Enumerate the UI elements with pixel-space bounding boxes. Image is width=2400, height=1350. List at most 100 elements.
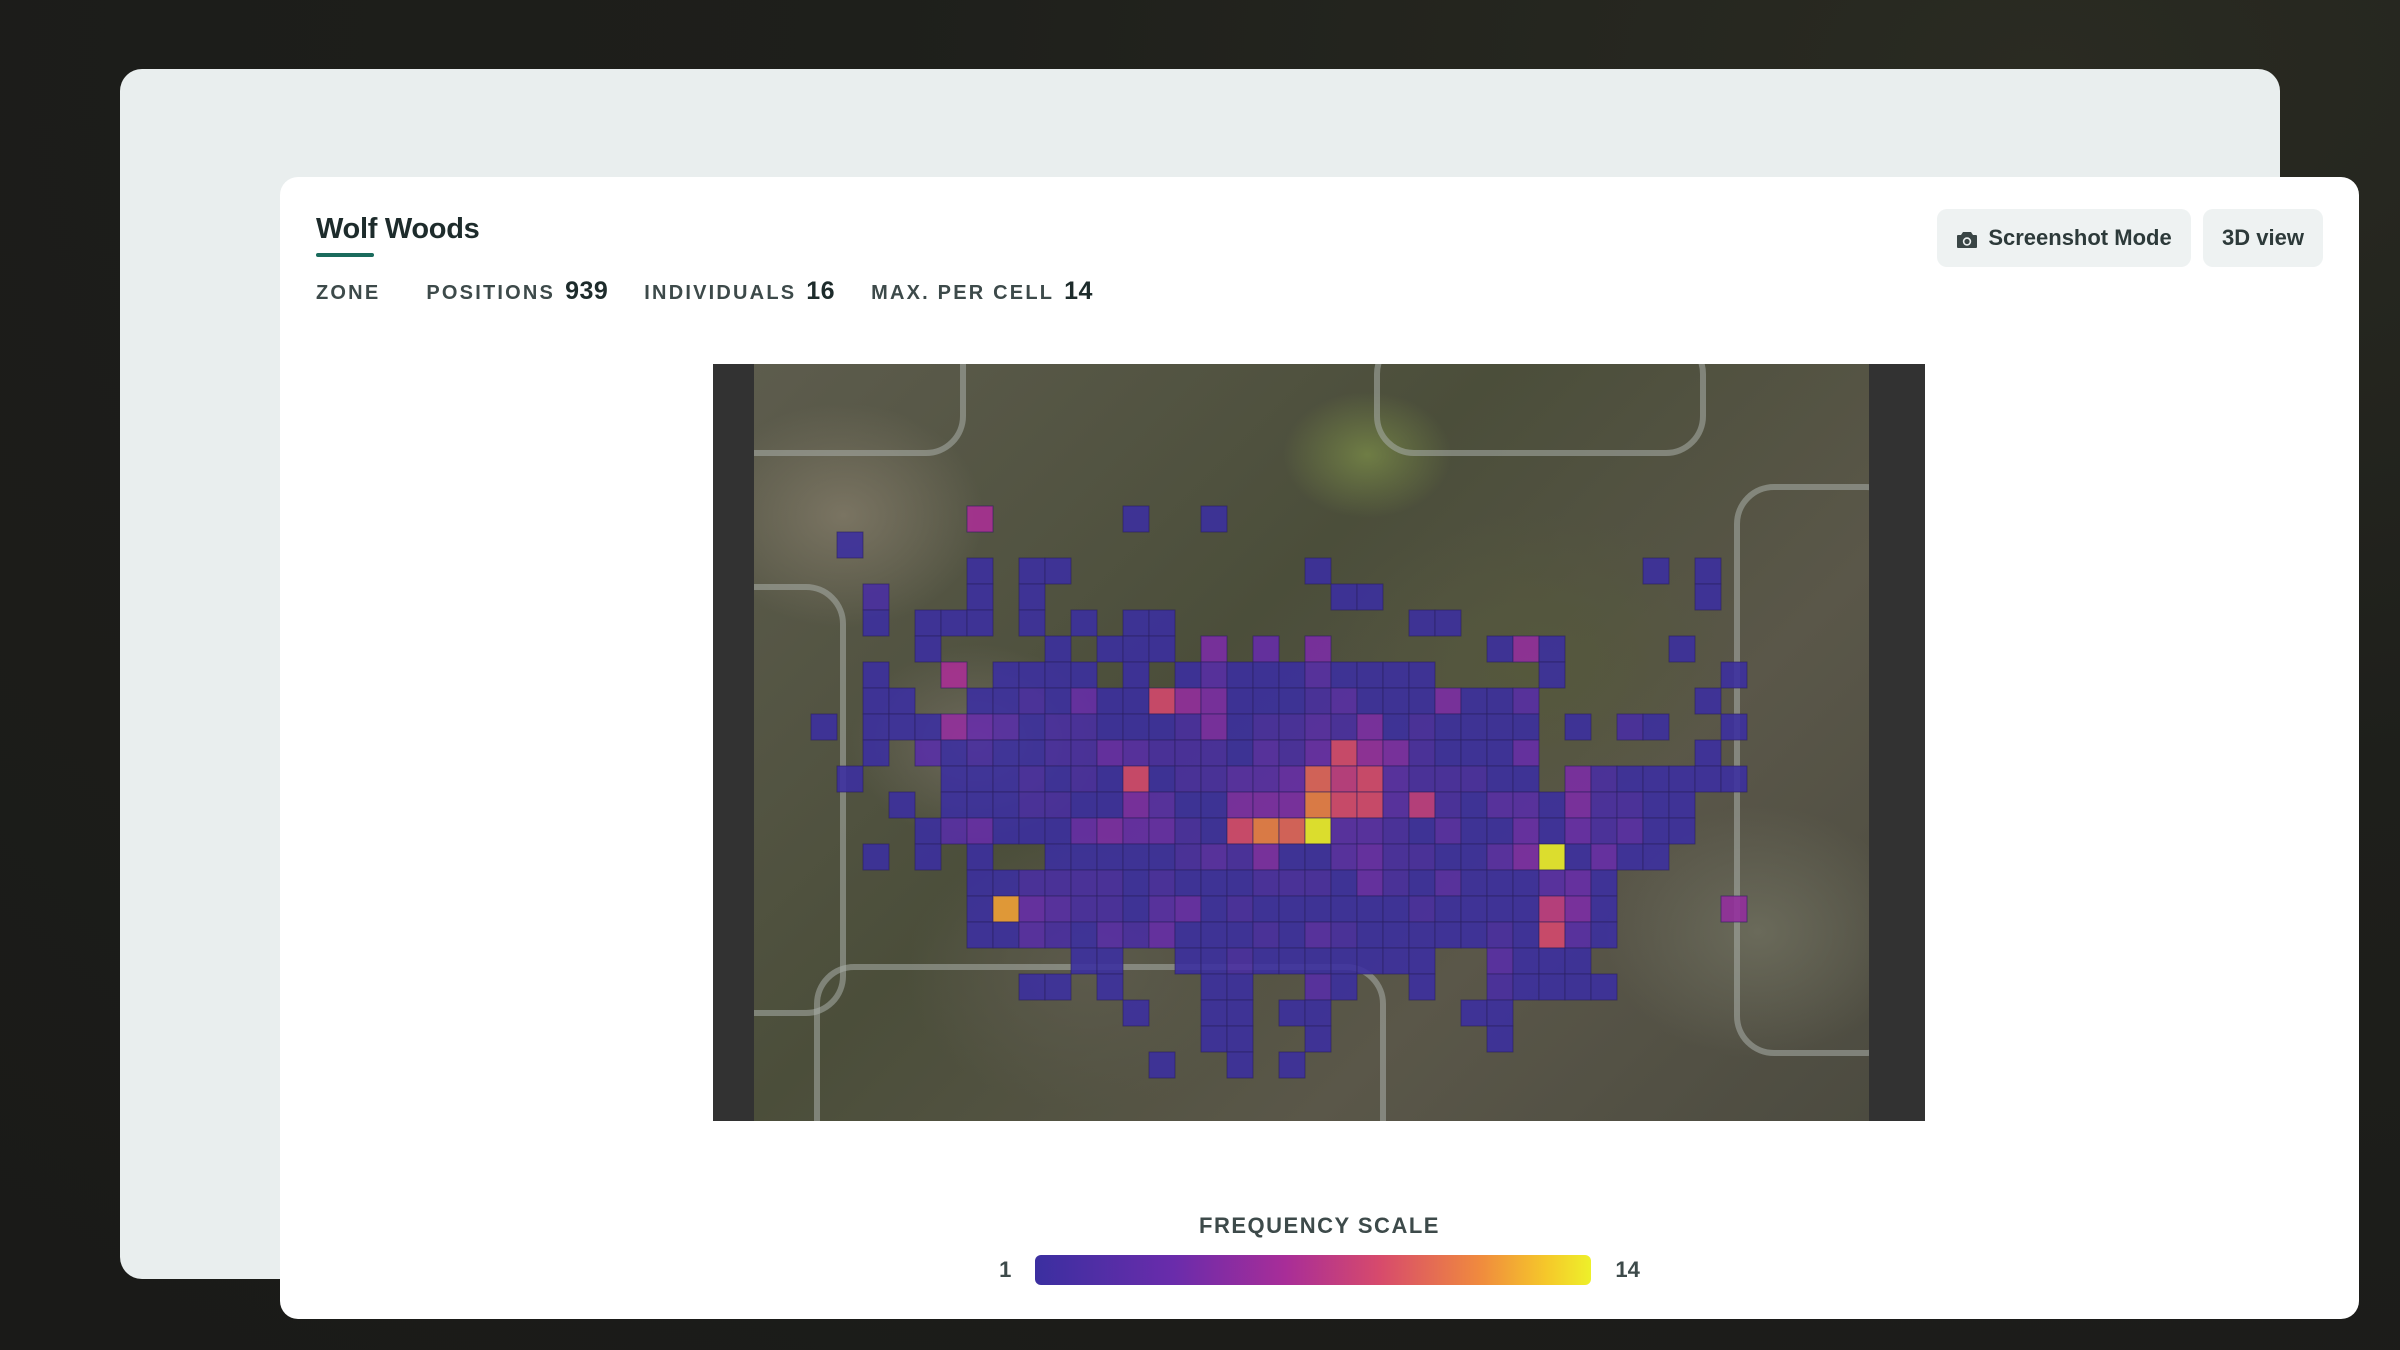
heatmap-cell	[1096, 895, 1124, 923]
app-window: Wolf Woods ZONE POSITIONS 939 INDIVIDUAL…	[120, 69, 2359, 1319]
heatmap-cell	[1382, 661, 1410, 689]
heatmap-cell	[1408, 765, 1436, 793]
heatmap-cell	[1252, 817, 1280, 845]
heatmap-cell	[1356, 947, 1384, 975]
heatmap-cell	[1460, 713, 1488, 741]
legend-gradient-bar	[1035, 1255, 1592, 1285]
heatmap-cell	[914, 609, 942, 637]
heatmap-cell	[1070, 869, 1098, 897]
heatmap-map[interactable]	[713, 364, 1925, 1121]
heatmap-cell	[1174, 843, 1202, 871]
heatmap-cell	[1382, 765, 1410, 793]
heatmap-cell	[1200, 843, 1228, 871]
heatmap-cell	[940, 765, 968, 793]
stat-label: INDIVIDUALS	[644, 282, 797, 304]
heatmap-cell	[1148, 817, 1176, 845]
heatmap-cell	[862, 583, 890, 611]
heatmap-cell	[1408, 687, 1436, 715]
heatmap-cell	[1642, 765, 1670, 793]
heatmap-cell	[1512, 869, 1540, 897]
heatmap-cell	[1564, 843, 1592, 871]
heatmap-cell	[966, 869, 994, 897]
heatmap-cell	[1512, 973, 1540, 1001]
heatmap-cell	[914, 635, 942, 663]
heatmap-cell	[1044, 557, 1072, 585]
heatmap-cell	[1564, 713, 1592, 741]
heatmap-cell	[1018, 895, 1046, 923]
heatmap-cell	[1304, 921, 1332, 949]
heatmap-cell	[1408, 947, 1436, 975]
heatmap-cell	[862, 687, 890, 715]
heatmap-cell	[1564, 921, 1592, 949]
heatmap-cell	[1460, 869, 1488, 897]
heatmap-cell	[1278, 895, 1306, 923]
heatmap-cell	[1226, 869, 1254, 897]
heatmap-cell	[1096, 765, 1124, 793]
heatmap-cell	[1252, 765, 1280, 793]
page-title: Wolf Woods	[316, 213, 480, 245]
heatmap-cell	[1538, 895, 1566, 923]
heatmap-cell	[1408, 609, 1436, 637]
heatmap-cell	[914, 817, 942, 845]
heatmap-cell	[1434, 895, 1462, 923]
stat-zone: ZONE	[316, 282, 390, 305]
heatmap-cell	[1590, 869, 1618, 897]
heatmap-cell	[1044, 973, 1072, 1001]
heatmap-cell	[1486, 1025, 1514, 1053]
heatmap-cell	[1720, 713, 1748, 741]
legend-min: 1	[999, 1257, 1012, 1282]
heatmap-cell	[1226, 999, 1254, 1027]
heatmap-cell	[1200, 739, 1228, 767]
heatmap-cell	[1694, 557, 1722, 585]
stat-individuals: INDIVIDUALS 16	[644, 277, 835, 306]
heatmap-cell	[1512, 895, 1540, 923]
heatmap-cell	[1096, 635, 1124, 663]
heatmap-cell	[1226, 921, 1254, 949]
heatmap-cell	[1018, 973, 1046, 1001]
heatmap-cell	[1252, 713, 1280, 741]
screenshot-mode-label: Screenshot Mode	[1988, 225, 2172, 250]
heatmap-cell	[1382, 869, 1410, 897]
3d-view-button[interactable]: 3D view	[2203, 209, 2323, 267]
heatmap-cell	[1408, 817, 1436, 845]
screenshot-mode-button[interactable]: Screenshot Mode	[1937, 209, 2191, 267]
heatmap-cell	[992, 791, 1020, 819]
heatmap-cell	[1408, 791, 1436, 819]
heatmap-cell	[1616, 843, 1644, 871]
heatmap-cell	[1408, 895, 1436, 923]
heatmap-cell	[1122, 739, 1150, 767]
heatmap-cell	[1148, 843, 1176, 871]
heatmap-cell	[1226, 843, 1254, 871]
heatmap-cell	[1200, 765, 1228, 793]
heatmap-cell	[1070, 921, 1098, 949]
heatmap-cell	[1330, 765, 1358, 793]
heatmap-cell	[1434, 765, 1462, 793]
heatmap-cell	[1122, 661, 1150, 689]
heatmap-cell	[1148, 1051, 1176, 1079]
heatmap-cell	[1538, 843, 1566, 871]
heatmap-cell	[1434, 791, 1462, 819]
heatmap-cell	[1460, 999, 1488, 1027]
heatmap-cell	[1668, 765, 1696, 793]
heatmap-cell	[1720, 895, 1748, 923]
heatmap-cell	[1460, 921, 1488, 949]
heatmap-cell	[1018, 791, 1046, 819]
heatmap-cell	[966, 713, 994, 741]
heatmap-cell	[1174, 947, 1202, 975]
heatmap-cell	[1590, 843, 1618, 871]
heatmap-cell	[1200, 947, 1228, 975]
heatmap-cell	[966, 921, 994, 949]
heatmap-cell	[1330, 973, 1358, 1001]
heatmap-cell	[1382, 791, 1410, 819]
heatmap-cell	[1564, 817, 1592, 845]
heatmap-cell	[1304, 635, 1332, 663]
heatmap-cell	[1018, 869, 1046, 897]
heatmap-cell	[1356, 921, 1384, 949]
heatmap-cell	[1330, 947, 1358, 975]
heatmap-grid	[810, 505, 1748, 1079]
heatmap-cell	[1486, 973, 1514, 1001]
heatmap-cell	[1174, 765, 1202, 793]
heatmap-cell	[1382, 843, 1410, 871]
heatmap-cell	[1434, 687, 1462, 715]
heatmap-cell	[1382, 947, 1410, 975]
